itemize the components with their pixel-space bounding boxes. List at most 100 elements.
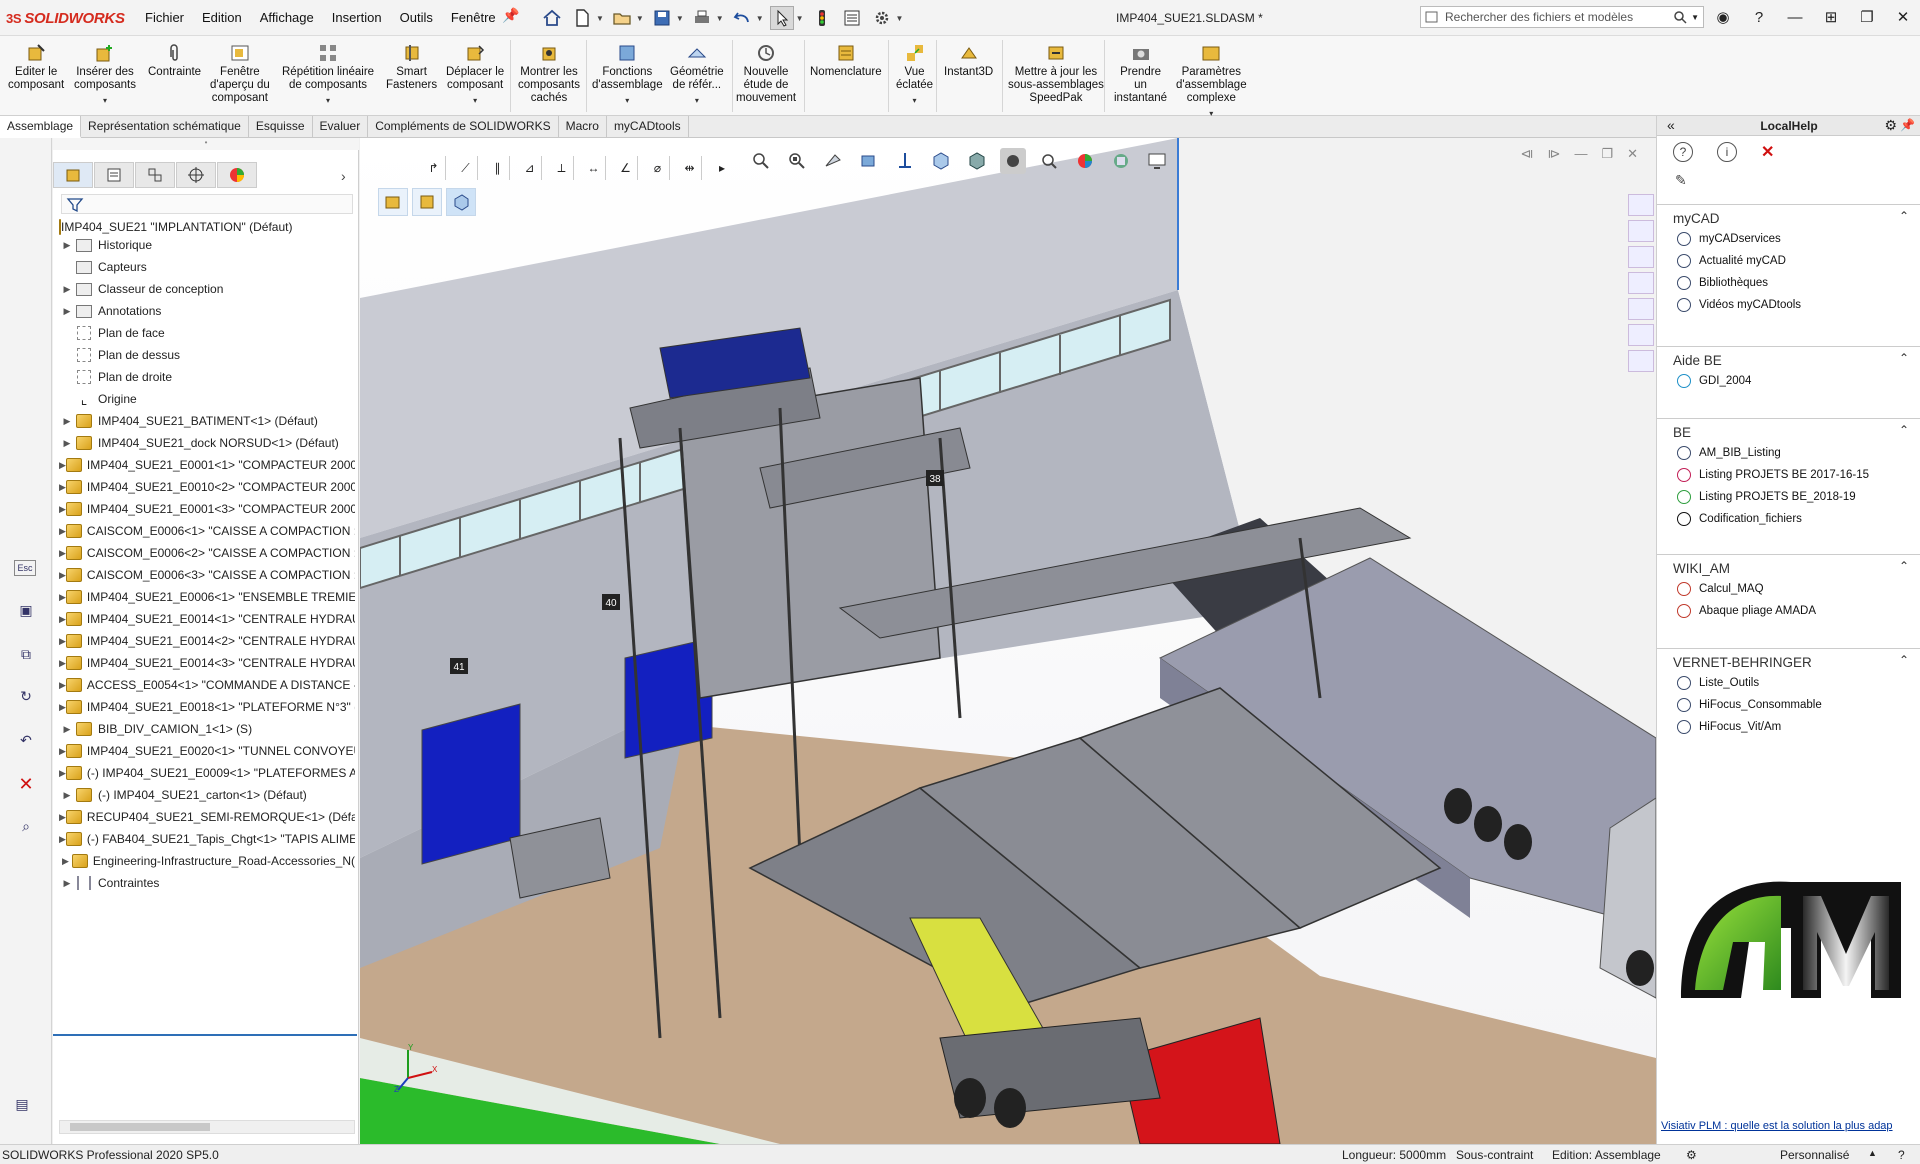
expand-arrow-icon[interactable]: ▶: [59, 460, 66, 471]
chevron-up-icon[interactable]: ⌃: [1899, 653, 1909, 667]
feature-manager-tab-icon[interactable]: [53, 162, 93, 188]
expand-arrow-icon[interactable]: ▶: [59, 438, 75, 449]
gear-icon[interactable]: ⚙: [1884, 117, 1897, 134]
show-hidden-components-button[interactable]: Montrer les composants cachés: [518, 42, 580, 105]
tree-item[interactable]: ▶ (-) IMP404_SUE21_E0009<1> "PLATEFORMES …: [59, 764, 355, 782]
tab-mycadtools[interactable]: myCADtools: [607, 116, 689, 138]
tree-item[interactable]: ▶ BIB_DIV_CAMION_1<1> (S): [59, 720, 355, 738]
help-icon[interactable]: ?: [1673, 142, 1693, 162]
help-link-item[interactable]: myCADservices: [1657, 228, 1920, 250]
tree-item[interactable]: Plan de face: [59, 324, 355, 342]
large-assembly-settings-button[interactable]: Paramètres d'assemblage complexe ▾: [1176, 42, 1247, 120]
expand-arrow-icon[interactable]: ▶: [59, 790, 75, 801]
tree-item[interactable]: ▶ IMP404_SUE21_E0010<2> "COMPACTEUR 2000S: [59, 478, 355, 496]
viewport-restore-icon[interactable]: ❐: [1601, 146, 1613, 162]
dynamic-annotation-icon[interactable]: [892, 148, 918, 174]
expand-arrow-icon[interactable]: ▶: [59, 284, 75, 295]
escape-icon[interactable]: Esc: [14, 560, 36, 576]
expand-arrow-icon[interactable]: ▶: [59, 812, 66, 823]
tree-item[interactable]: ▶ IMP404_SUE21_E0014<1> "CENTRALE HYDRAUL: [59, 610, 355, 628]
chevron-down-icon[interactable]: ▼: [676, 14, 684, 23]
expand-arrow-icon[interactable]: ▶: [59, 570, 66, 581]
mate-button[interactable]: Contrainte: [148, 42, 201, 79]
search-icon[interactable]: [1673, 10, 1687, 24]
display-manager-tab-icon[interactable]: [217, 162, 257, 188]
breadcrumb-subassembly-icon[interactable]: [412, 188, 442, 216]
search-box[interactable]: Rechercher des fichiers et modèles ▼: [1420, 6, 1704, 28]
chevron-right-icon[interactable]: ›: [341, 168, 346, 184]
previous-view-icon[interactable]: [820, 148, 846, 174]
tree-item[interactable]: Plan de dessus: [59, 346, 355, 364]
close-icon[interactable]: ✕: [1892, 6, 1914, 28]
undo-icon[interactable]: ↶: [14, 728, 38, 752]
help-link-item[interactable]: GDI_2004: [1657, 370, 1920, 392]
component-preview-window-button[interactable]: Fenêtre d'aperçu du composant: [210, 42, 270, 105]
print-icon[interactable]: [690, 6, 714, 30]
scrollbar-thumb[interactable]: [70, 1123, 210, 1131]
file-explorer-tab-icon[interactable]: [1628, 272, 1654, 294]
tree-item[interactable]: ▶ IMP404_SUE21_dock NORSUD<1> (Défaut): [59, 434, 355, 452]
help-link-item[interactable]: AM_BIB_Listing: [1657, 442, 1920, 464]
save-icon[interactable]: [650, 6, 674, 30]
help-section-header[interactable]: VERNET-BEHRINGER ⌃: [1657, 648, 1920, 672]
configuration-manager-tab-icon[interactable]: [135, 162, 175, 188]
tree-item[interactable]: ▶ Historique: [59, 236, 355, 254]
pin-icon[interactable]: 📌: [502, 7, 519, 24]
property-manager-tab-icon[interactable]: [94, 162, 134, 188]
angle-icon[interactable]: ∠: [614, 156, 638, 180]
tree-item[interactable]: ▶ RECUP404_SUE21_SEMI-REMORQUE<1> (Défaut: [59, 808, 355, 826]
menu-affichage[interactable]: Affichage: [251, 10, 323, 25]
breadcrumb-assembly-icon[interactable]: [378, 188, 408, 216]
instant3d-button[interactable]: Instant3D: [944, 42, 993, 79]
expand-arrow-icon[interactable]: ▶: [59, 702, 66, 713]
chevron-up-icon[interactable]: ⌃: [1899, 559, 1909, 573]
expand-arrow-icon[interactable]: ▶: [59, 306, 75, 317]
expand-arrow-icon[interactable]: ▶: [59, 658, 66, 669]
tree-item[interactable]: ▶ (-) IMP404_SUE21_carton<1> (Défaut): [59, 786, 355, 804]
tile-icon[interactable]: ⊞: [1820, 6, 1842, 28]
expand-arrow-icon[interactable]: ▶: [59, 724, 75, 735]
tree-item[interactable]: ▶ IMP404_SUE21_E0018<1> "PLATEFORME N°3" …: [59, 698, 355, 716]
edit-appearance-icon[interactable]: [1036, 148, 1062, 174]
tree-item[interactable]: ▶ IMP404_SUE21_E0014<3> "CENTRALE HYDRAUL: [59, 654, 355, 672]
user-icon[interactable]: ◉: [1712, 6, 1734, 28]
assembly-features-button[interactable]: Fonctions d'assemblage ▾: [592, 42, 663, 107]
mate-tool-icon[interactable]: ⟋: [454, 156, 478, 180]
edit-component-button[interactable]: Editer le composant: [8, 42, 64, 92]
appearances-tab-icon[interactable]: [1628, 324, 1654, 346]
bill-of-materials-button[interactable]: Nomenclature: [810, 42, 882, 79]
open-folder-icon[interactable]: [610, 6, 634, 30]
assembly-icon[interactable]: ▤: [10, 1092, 34, 1116]
update-speedpak-button[interactable]: Mettre à jour les sous-assemblages Speed…: [1008, 42, 1104, 105]
restore-icon[interactable]: ❐: [1856, 6, 1878, 28]
help-link-item[interactable]: Abaque pliage AMADA: [1657, 600, 1920, 622]
tree-item[interactable]: ▶ Annotations: [59, 302, 355, 320]
chevron-up-icon[interactable]: ⌃: [1899, 209, 1909, 223]
close-icon[interactable]: ✕: [1761, 142, 1774, 162]
tab-representation-schematique[interactable]: Représentation schématique: [81, 116, 249, 138]
tree-item[interactable]: ▶ CAISCOM_E0006<2> "CAISSE A COMPACTION :: [59, 544, 355, 562]
tab-evaluer[interactable]: Evaluer: [313, 116, 369, 138]
expand-arrow-icon[interactable]: ▶: [59, 504, 66, 515]
home-tab-icon[interactable]: [1628, 194, 1654, 216]
view-palette-tab-icon[interactable]: [1628, 298, 1654, 320]
tree-item[interactable]: ▶ CAISCOM_E0006<1> "CAISSE A COMPACTION :: [59, 522, 355, 540]
chevron-up-icon[interactable]: ▲: [1868, 1148, 1877, 1158]
hide-show-icon[interactable]: [1000, 148, 1026, 174]
tree-item[interactable]: ▶ IMP404_SUE21_E0001<1> "COMPACTEUR 2000S: [59, 456, 355, 474]
perpendicular-icon[interactable]: ⟂: [550, 156, 574, 180]
tree-item[interactable]: Capteurs: [59, 258, 355, 276]
visiativ-link[interactable]: Visiativ PLM : quelle est la solution la…: [1661, 1120, 1919, 1132]
solidworks-logo[interactable]: 3S SOLIDWORKS: [6, 8, 125, 28]
edit-component-icon[interactable]: ▣: [14, 598, 38, 622]
play-icon[interactable]: ▸: [710, 156, 734, 180]
expand-arrow-icon[interactable]: ▶: [59, 482, 66, 493]
parallel-icon[interactable]: ∥: [486, 156, 510, 180]
take-snapshot-button[interactable]: Prendre un instantané: [1114, 42, 1167, 105]
status-units[interactable]: Personnalisé: [1780, 1148, 1849, 1162]
tree-item[interactable]: ▶ IMP404_SUE21_E0001<3> "COMPACTEUR 2000S: [59, 500, 355, 518]
tree-item[interactable]: Plan de droite: [59, 368, 355, 386]
reference-geometry-button[interactable]: Géométrie de référ... ▾: [670, 42, 724, 107]
expand-arrow-icon[interactable]: ▶: [59, 548, 66, 559]
previous-pane-icon[interactable]: ⧏: [1520, 146, 1533, 162]
